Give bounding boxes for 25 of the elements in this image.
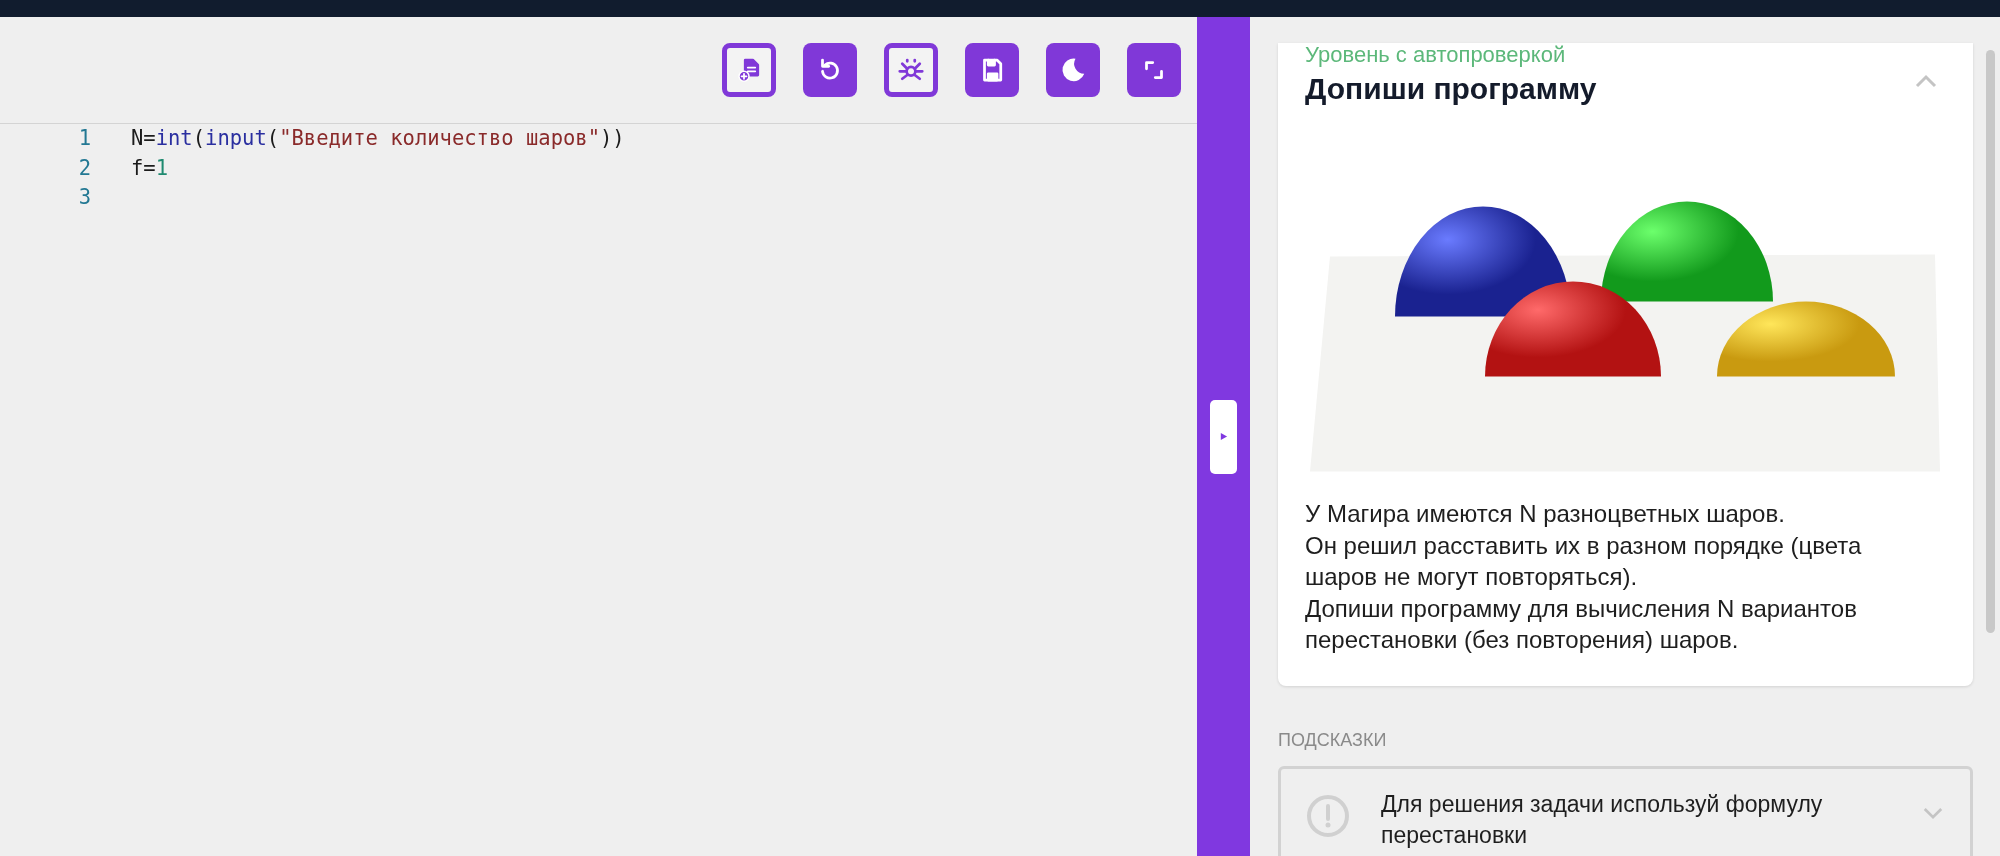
task-description: Он решил расставить их в разном порядке (цвета шаров не могут повторяться). bbox=[1305, 530, 1863, 592]
collapse-handle[interactable] bbox=[1210, 399, 1237, 474]
exclamation-icon bbox=[1306, 793, 1350, 838]
line-number: 1 bbox=[77, 125, 92, 152]
toolbar-button[interactable] bbox=[1046, 43, 1100, 97]
line-number: 2 bbox=[77, 154, 92, 182]
toolbar-button[interactable] bbox=[722, 43, 776, 97]
task-title: Допиши программу bbox=[1305, 71, 1597, 107]
task-description: Допиши программу для вычисления N вариантов перестановки (без повторения) шаров. bbox=[1305, 593, 1858, 655]
toolbar-button[interactable] bbox=[803, 43, 857, 97]
hint-card[interactable]: Для решения задачи используй формулу перестановки bbox=[1278, 765, 1973, 856]
level-label: Уровень с автопроверкой bbox=[1305, 41, 1567, 69]
chevron-icon bbox=[1922, 806, 1944, 820]
chevron-icon bbox=[1914, 74, 1938, 88]
code-line: f=1 bbox=[131, 154, 169, 182]
hints-heading: ПОДСКАЗКИ bbox=[1278, 728, 1388, 752]
toolbar-button[interactable] bbox=[965, 43, 1019, 97]
line-number: 3 bbox=[77, 184, 92, 211]
scrollbar-thumb[interactable] bbox=[1986, 50, 1995, 633]
toolbar-button[interactable] bbox=[884, 43, 938, 97]
toolbar-button[interactable] bbox=[1127, 43, 1181, 97]
code-line: N=int(input("Введите количество шаров")) bbox=[131, 125, 625, 152]
play-icon bbox=[1219, 432, 1228, 441]
hint-text: Для решения задачи используй формулу перестановки bbox=[1381, 789, 1824, 850]
task-description: У Магира имеются N разноцветных шаров. bbox=[1305, 499, 1786, 529]
